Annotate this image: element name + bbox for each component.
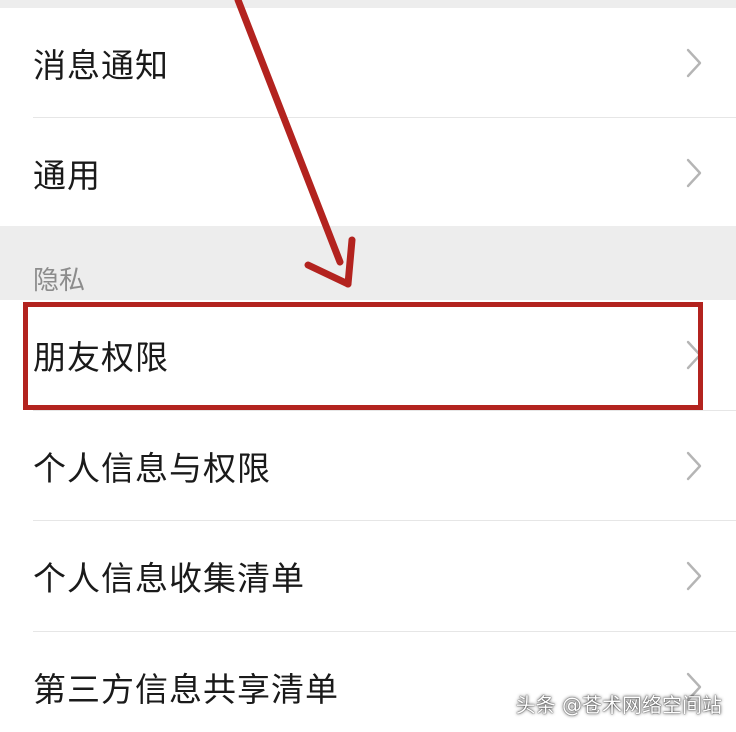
top-separator xyxy=(0,0,736,8)
watermark: 头条 @苍术网络空间站 xyxy=(515,693,722,717)
menu-item-label: 通用 xyxy=(33,156,101,195)
section-header-privacy: 隐私 xyxy=(0,226,736,300)
chevron-right-icon xyxy=(686,340,702,370)
menu-item-label: 消息通知 xyxy=(33,46,169,85)
menu-item-label: 第三方信息共享清单 xyxy=(33,670,339,709)
menu-item-message-notifications[interactable]: 消息通知 xyxy=(0,8,736,118)
menu-item-general[interactable]: 通用 xyxy=(0,118,736,228)
menu-item-label: 个人信息与权限 xyxy=(33,449,271,488)
menu-item-label: 个人信息收集清单 xyxy=(33,559,305,598)
chevron-right-icon xyxy=(686,158,702,188)
menu-item-label: 朋友权限 xyxy=(33,338,169,377)
chevron-right-icon xyxy=(686,48,702,78)
section-title: 隐私 xyxy=(33,266,86,296)
menu-item-personal-info-collection-list[interactable]: 个人信息收集清单 xyxy=(0,521,736,631)
chevron-right-icon xyxy=(686,561,702,591)
chevron-right-icon xyxy=(686,451,702,481)
menu-item-personal-info-permissions[interactable]: 个人信息与权限 xyxy=(0,411,736,521)
menu-item-friend-permissions[interactable]: 朋友权限 xyxy=(0,300,736,410)
settings-screen: 消息通知 通用 隐私 朋友权限 个人信息与权限 个人信息收集清单 第三方信息共享… xyxy=(0,0,736,732)
